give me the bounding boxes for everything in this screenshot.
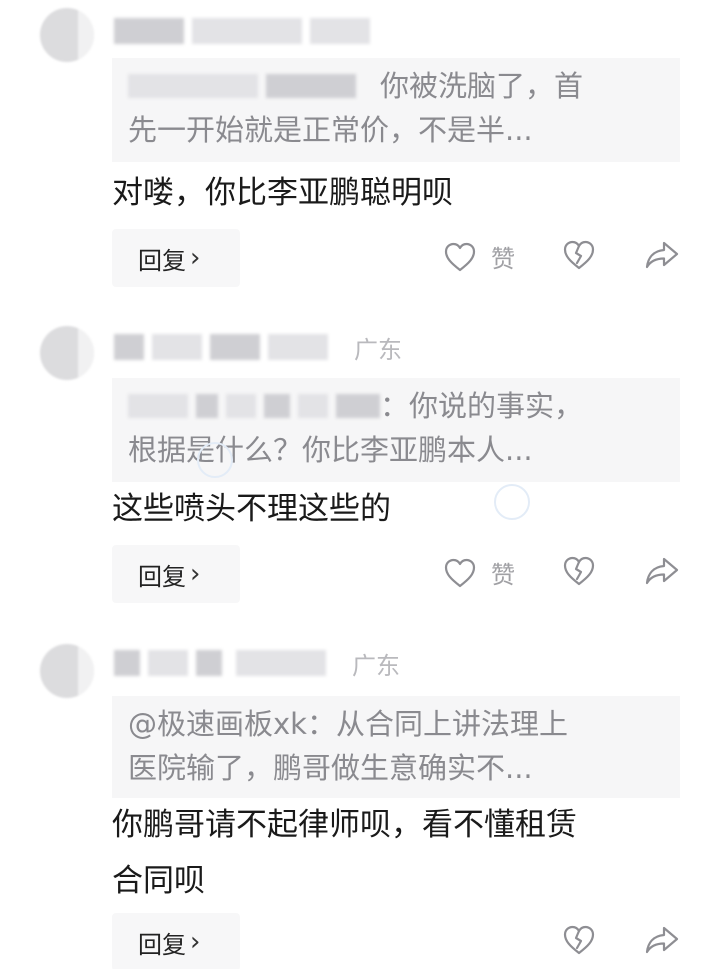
like-button[interactable]: 赞 [443,555,515,590]
share-arrow-icon [645,557,679,585]
location-redacted [310,18,370,44]
like-label: 赞 [491,245,515,273]
username-redacted [210,334,260,360]
chevron-right-icon: › [190,927,201,957]
comment-item: 广东 @极速画板xk：从合同上讲法理上 医院输了，鹏哥做生意确实不... 你鹏哥… [0,634,720,969]
username-redacted[interactable] [114,650,140,676]
chevron-right-icon: › [190,243,201,273]
quoted-user-redacted [128,74,258,98]
comment-meta: 广东 [114,646,400,680]
like-button[interactable]: 赞 [443,239,515,274]
broken-heart-icon [563,240,595,270]
timestamp-redacted [192,18,302,44]
ghost-circle [197,442,233,478]
broken-heart-icon [563,556,595,586]
quoted-reply[interactable]: @极速画板xk：从合同上讲法理上 医院输了，鹏哥做生意确实不... [112,696,680,798]
username-redacted[interactable] [114,18,184,44]
share-arrow-icon [645,241,679,269]
comment-item: 你被洗脑了，首 先一开始就是正常价，不是半... 对喽，你比李亚鹏聪明呗 回复 … [0,0,720,300]
reply-button[interactable]: 回复 › [112,229,240,287]
comment-text: 你鹏哥请不起律师呗，看不懂租赁 合同呗 [112,800,682,906]
comment-thread: 你被洗脑了，首 先一开始就是正常价，不是半... 对喽，你比李亚鹏聪明呗 回复 … [0,0,720,969]
quote-text-first: 你被洗脑了，首 [380,69,584,103]
comment-line: 这些喷头不理这些的 [112,491,391,527]
reply-label: 回复 [138,246,186,275]
dislike-button[interactable] [562,924,596,956]
comment-line: 合同呗 [112,863,205,899]
chevron-right-icon: › [190,559,201,589]
avatar[interactable] [40,644,94,698]
quote-text-first: @极速画板xk：从合同上讲法理上 [128,707,568,741]
timestamp-redacted [268,334,328,360]
quoted-user-redacted [336,394,380,418]
reply-button[interactable]: 回复 › [112,545,240,603]
username-redacted [148,650,188,676]
username-redacted[interactable] [114,334,144,360]
avatar[interactable] [40,326,94,380]
share-button[interactable] [644,924,680,956]
quoted-user-redacted [264,394,290,418]
quoted-user-redacted [298,394,328,418]
comment-meta: 广东 [114,330,402,364]
broken-heart-icon [563,925,595,955]
location-text: 广东 [352,651,400,680]
avatar[interactable] [40,8,94,62]
reply-label: 回复 [138,930,186,959]
reply-label: 回复 [138,562,186,591]
quoted-user-redacted [128,394,188,418]
timestamp-redacted [236,650,326,676]
comment-item: 广东 ：你说的事实， 根据是什么？你比李亚鹏本人... 这些喷头不理这些的 回复… [0,318,720,618]
username-redacted [196,650,222,676]
share-arrow-icon [645,926,679,954]
quoted-reply[interactable]: 你被洗脑了，首 先一开始就是正常价，不是半... [112,58,680,162]
heart-icon [444,558,476,587]
comment-text: 这些喷头不理这些的 [112,484,682,534]
dislike-button[interactable] [562,239,596,271]
dislike-button[interactable] [562,555,596,587]
location-text: 广东 [354,335,402,364]
heart-icon [444,242,476,271]
quote-text-second: 先一开始就是正常价，不是半... [128,113,533,147]
username-redacted [152,334,202,360]
comment-line: 对喽，你比李亚鹏聪明呗 [112,175,453,211]
quoted-user-redacted [226,394,256,418]
comment-line: 你鹏哥请不起律师呗，看不懂租赁 [112,807,577,843]
quoted-user-redacted [196,394,218,418]
quote-text-second: 医院输了，鹏哥做生意确实不... [128,751,533,785]
quote-text-first: ：你说的事实， [380,389,584,423]
like-label: 赞 [491,561,515,589]
share-button[interactable] [644,555,680,587]
reply-button[interactable]: 回复 › [112,913,240,969]
quoted-user-redacted [266,74,356,98]
share-button[interactable] [644,239,680,271]
comment-meta [114,14,378,48]
comment-text: 对喽，你比李亚鹏聪明呗 [112,168,682,218]
